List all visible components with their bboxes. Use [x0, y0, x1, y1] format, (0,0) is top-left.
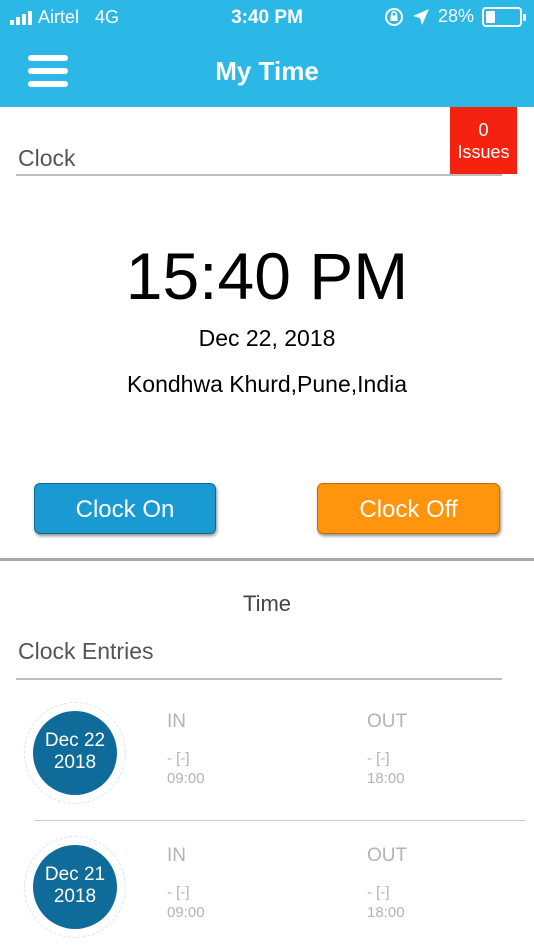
out-value: - [-]: [367, 750, 390, 767]
out-time: 18:00: [367, 904, 405, 921]
clock-off-button[interactable]: Clock Off: [317, 483, 500, 534]
in-time: 09:00: [167, 904, 205, 921]
location-arrow-icon: [412, 8, 429, 25]
in-label: IN: [167, 711, 186, 732]
entry-divider: [34, 820, 526, 821]
clock-on-button[interactable]: Clock On: [34, 483, 216, 534]
entry-month-day: Dec 21: [44, 864, 106, 885]
in-time: 09:00: [167, 770, 205, 787]
rotation-lock-icon: [384, 7, 403, 26]
in-label: IN: [167, 845, 186, 866]
page-title: My Time: [215, 56, 319, 86]
clock-section-rule: [16, 174, 502, 176]
entry-month-day: Dec 22: [44, 730, 106, 751]
clock-entries-label: Clock Entries: [18, 638, 154, 664]
battery-percent: 28%: [437, 6, 474, 26]
clock-entries-rule: [16, 678, 502, 680]
current-time: 15:40 PM: [125, 239, 409, 313]
list-item[interactable]: Dec 21 2018 IN - [-] 09:00 OUT - [-] 18:…: [0, 836, 534, 950]
issues-count: 0: [478, 120, 489, 140]
list-item[interactable]: Dec 22 2018 IN - [-] 09:00 OUT - [-] 18:…: [0, 702, 534, 832]
out-label: OUT: [367, 711, 408, 732]
entry-year: 2018: [53, 752, 97, 773]
date-circle: Dec 22 2018: [24, 702, 126, 804]
section-divider: [0, 558, 534, 561]
issues-badge[interactable]: 0 Issues: [450, 107, 517, 174]
battery-nub: [523, 13, 526, 21]
in-value: - [-]: [167, 750, 190, 767]
date-badge: Dec 22 2018: [33, 711, 117, 795]
clock-section-label: Clock: [18, 145, 76, 171]
in-value: - [-]: [167, 884, 190, 901]
out-value: - [-]: [367, 884, 390, 901]
out-time: 18:00: [367, 770, 405, 787]
current-location: Kondhwa Khurd,Pune,India: [126, 371, 408, 397]
out-label: OUT: [367, 845, 408, 866]
date-badge: Dec 21 2018: [33, 845, 117, 929]
entry-year: 2018: [53, 886, 97, 907]
status-right: 28%: [384, 6, 526, 27]
issues-label: Issues: [457, 142, 510, 162]
time-heading: Time: [242, 591, 292, 616]
nav-bar: My Time: [0, 36, 534, 107]
status-bar: Airtel 4G 3:40 PM 28%: [0, 0, 534, 36]
current-date: Dec 22, 2018: [198, 325, 336, 351]
battery-icon: [482, 6, 526, 27]
date-circle: Dec 21 2018: [24, 836, 126, 938]
battery-fill: [486, 10, 495, 23]
